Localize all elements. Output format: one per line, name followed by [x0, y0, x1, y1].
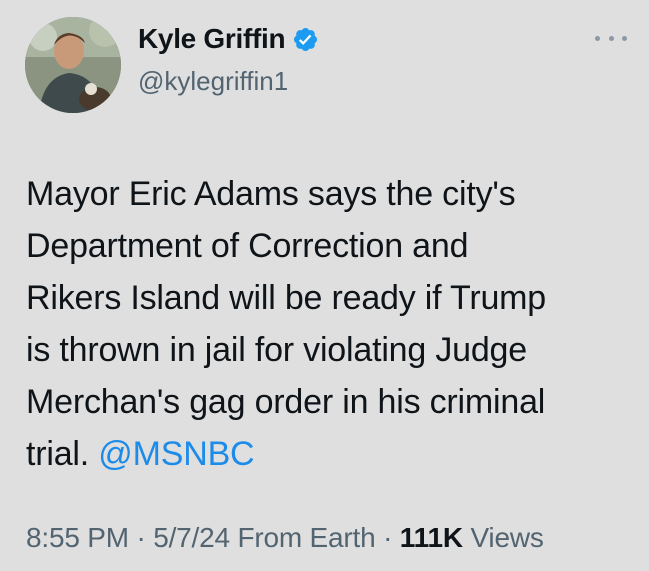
tweet-text: Mayor Eric Adams says the city's Departm…: [26, 168, 626, 480]
author-name-row: Kyle Griffin: [138, 20, 319, 58]
tweet-text-last-line: trial. @MSNBC: [26, 428, 626, 480]
more-dot: [595, 35, 600, 41]
tweet-text-line: Rikers Island will be ready if Trump: [26, 279, 546, 317]
author-handle[interactable]: @kylegriffin1: [138, 66, 288, 97]
verified-badge-icon[interactable]: [292, 26, 319, 53]
tweet-source: From Earth: [237, 522, 376, 553]
tweet-time[interactable]: 8:55 PM: [26, 522, 129, 553]
tweet-card[interactable]: Kyle Griffin @kylegriffin1 Mayor Eric Ad…: [0, 0, 649, 571]
views-label[interactable]: Views: [470, 522, 543, 553]
more-dot: [622, 35, 627, 41]
tweet-text-line: trial.: [26, 435, 90, 473]
avatar-image: [25, 17, 121, 113]
tweet-text-line: Merchan's gag order in his criminal: [26, 383, 546, 421]
tweet-text-line: Mayor Eric Adams says the city's: [26, 175, 516, 213]
author-display-name[interactable]: Kyle Griffin: [138, 23, 286, 55]
avatar[interactable]: [25, 17, 121, 113]
mention-link[interactable]: @MSNBC: [98, 435, 254, 473]
more-dots-icon[interactable]: [595, 28, 627, 48]
tweet-meta: 8:55 PM · 5/7/24 From Earth · 111K Views: [26, 522, 544, 554]
tweet-date[interactable]: 5/7/24: [153, 522, 230, 553]
tweet-text-line: Department of Correction and: [26, 227, 469, 265]
more-dot: [608, 35, 614, 41]
meta-separator: ·: [383, 522, 393, 553]
tweet-text-line: is thrown in jail for violating Judge: [26, 331, 527, 369]
views-count[interactable]: 111K: [400, 522, 463, 553]
meta-separator: ·: [136, 522, 146, 553]
